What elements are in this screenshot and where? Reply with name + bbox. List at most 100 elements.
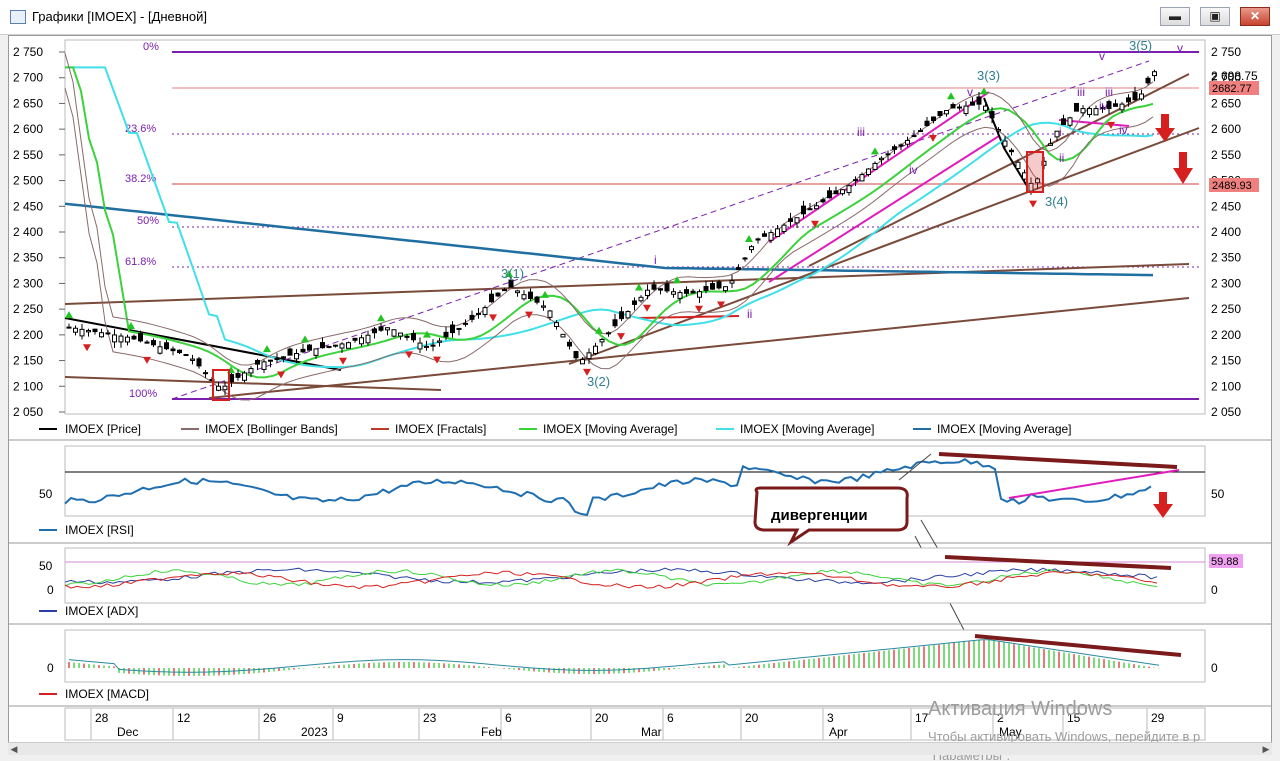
candle-body xyxy=(781,224,787,232)
candle-body xyxy=(1022,172,1027,180)
candle-body xyxy=(385,327,390,331)
scroll-right-icon[interactable]: ▶ xyxy=(1260,743,1272,755)
maximize-button[interactable]: ▣ xyxy=(1200,7,1230,26)
candle-body xyxy=(989,111,995,119)
candle-body xyxy=(378,326,384,331)
candle-body xyxy=(248,368,254,374)
candle-body xyxy=(469,314,475,320)
candle-body xyxy=(1080,108,1086,114)
legend-macd: IMOEX [MACD] xyxy=(65,687,149,701)
window-title: Графики [IMOEX] - [Дневной] xyxy=(32,9,207,24)
adx-y-tick-right: 0 xyxy=(1211,583,1218,597)
wave-label-v: v xyxy=(967,85,973,99)
time-day-label: 12 xyxy=(177,711,191,725)
chart-svg[interactable]: 0% 23.6% 38.2% 50% 61.8% 100% 3(1) 3(2) … xyxy=(9,36,1271,752)
candle-body xyxy=(729,280,735,284)
legend-price: IMOEX [Price] xyxy=(65,422,141,436)
wave-label-3-4: 3(4) xyxy=(1045,194,1068,209)
candle-body xyxy=(658,288,663,291)
time-day-label: 3 xyxy=(827,711,834,725)
candle-body xyxy=(898,144,904,147)
candle-body xyxy=(79,328,85,337)
time-day-label: 20 xyxy=(595,711,609,725)
chart-area[interactable]: 0% 23.6% 38.2% 50% 61.8% 100% 3(1) 3(2) … xyxy=(8,35,1272,753)
candle-body xyxy=(352,337,358,341)
candle-body xyxy=(736,267,741,270)
candle-body xyxy=(671,291,676,295)
rsi-y-tick: 50 xyxy=(39,487,53,501)
candle-body xyxy=(950,104,956,109)
scroll-left-icon[interactable]: ◀ xyxy=(8,743,20,755)
candle-body xyxy=(937,111,943,117)
candle-body xyxy=(931,116,936,122)
candle-body xyxy=(560,333,566,338)
candle-body xyxy=(255,359,260,365)
fib-label-100: 100% xyxy=(129,388,157,400)
candle-body xyxy=(866,168,871,175)
price-y-tick: 2 650 xyxy=(13,96,43,110)
candle-body xyxy=(580,359,585,365)
close-button[interactable]: ✕ xyxy=(1240,7,1270,26)
price-y-tick-right: 2 650 xyxy=(1211,96,1241,110)
candle-body xyxy=(749,246,754,251)
candle-body xyxy=(645,289,650,296)
candle-body xyxy=(853,179,858,182)
candle-body xyxy=(723,286,728,292)
candle-body xyxy=(359,337,364,345)
candle-body xyxy=(1087,108,1092,115)
candle-body xyxy=(216,385,221,391)
candle-body xyxy=(131,335,137,340)
time-month-label: Mar xyxy=(641,725,662,739)
wave-label-3-1: 3(1) xyxy=(501,266,524,281)
legend-bollinger: IMOEX [Bollinger Bands] xyxy=(205,422,338,436)
candle-body xyxy=(229,374,234,383)
price-y-tick-right: 2 750 xyxy=(1211,45,1241,59)
time-day-label: 23 xyxy=(423,711,437,725)
macd-y-tick: 0 xyxy=(47,661,54,675)
minimize-button[interactable]: ▬ xyxy=(1160,7,1190,26)
horizontal-scrollbar[interactable]: ◀ ▶ xyxy=(8,742,1272,755)
candle-body xyxy=(1132,91,1138,101)
candle-body xyxy=(411,332,416,341)
legend-rsi: IMOEX [RSI] xyxy=(65,523,134,537)
legend-adx: IMOEX [ADX] xyxy=(65,604,138,618)
candle-body xyxy=(372,328,377,334)
price-y-tick: 2 200 xyxy=(13,328,43,342)
candle-body xyxy=(905,139,910,145)
price-y-tick: 2 750 xyxy=(13,45,43,59)
wave-label-iv-3: iv xyxy=(1099,99,1108,113)
candle-body xyxy=(547,310,553,318)
price-y-tick: 2 250 xyxy=(13,302,43,316)
candle-body xyxy=(105,332,111,335)
divergence-text: дивергенции xyxy=(771,507,868,524)
price-y-tick-right: 2 150 xyxy=(1211,354,1241,368)
candle-body xyxy=(482,307,488,316)
candle-body xyxy=(170,348,176,352)
candle-body xyxy=(846,185,852,194)
candle-body xyxy=(333,344,338,347)
candle-body xyxy=(885,153,891,156)
price-y-tick: 2 600 xyxy=(13,122,43,136)
candle-body xyxy=(242,372,247,381)
candle-body xyxy=(346,342,351,349)
candle-body xyxy=(1002,140,1008,147)
candle-body xyxy=(593,345,598,354)
candle-body xyxy=(755,238,761,241)
candle-body xyxy=(924,120,930,127)
candle-body xyxy=(144,341,150,344)
candle-body xyxy=(118,335,124,343)
wave-label-v-3: v xyxy=(1099,49,1105,63)
candle-body xyxy=(567,341,572,347)
candle-body xyxy=(957,106,962,109)
wave-label-v-2: v xyxy=(1177,41,1183,55)
candle-body xyxy=(300,348,306,353)
candle-body xyxy=(1139,93,1144,100)
wave-label-iv: iv xyxy=(909,163,918,177)
candle-body xyxy=(1061,118,1066,126)
candle-body xyxy=(911,135,917,138)
candle-body xyxy=(970,101,975,106)
candle-body xyxy=(768,232,774,241)
candle-body xyxy=(983,105,988,111)
candle-body xyxy=(814,205,819,210)
candle-body xyxy=(287,348,293,356)
